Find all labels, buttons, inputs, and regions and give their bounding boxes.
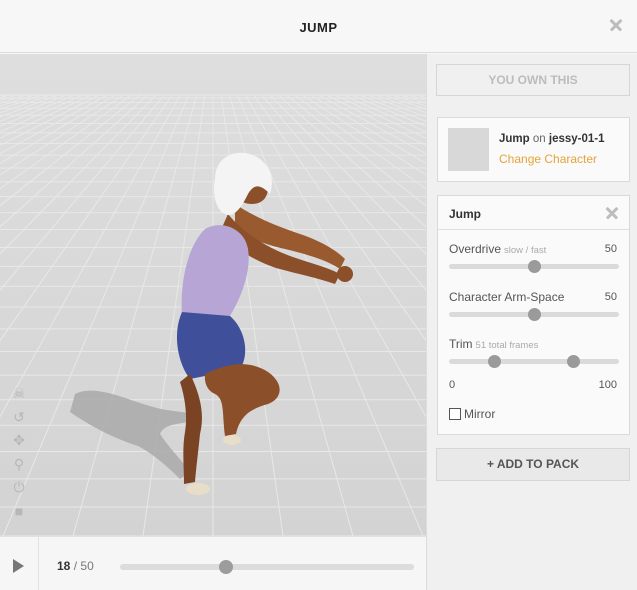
change-character-link[interactable]: Change Character <box>499 152 597 166</box>
rotate-icon[interactable]: ↺ <box>11 409 27 425</box>
overdrive-value: 50 <box>604 243 617 255</box>
timeline-track[interactable] <box>120 560 414 574</box>
overdrive-hint: slow / fast <box>504 245 547 256</box>
overdrive-knob[interactable] <box>527 260 541 273</box>
dialog-title: JUMP <box>299 20 338 35</box>
mirror-label: Mirror <box>464 407 496 421</box>
mirror-checkbox[interactable]: Mirror <box>449 407 495 421</box>
character-card: Jump on jessy-01-1 Change Character <box>437 117 630 182</box>
close-icon[interactable] <box>609 18 623 32</box>
timeline-scrubber[interactable] <box>218 560 233 574</box>
trim-start-knob[interactable] <box>488 355 502 368</box>
playback-bar: 18 / 50 <box>0 536 426 590</box>
overdrive-label: Overdrive slow / fast <box>449 242 546 256</box>
trim-hint: 51 total frames <box>475 340 539 351</box>
current-frame: 18 <box>57 559 71 573</box>
skull-icon[interactable]: ☠ <box>11 385 27 401</box>
overdrive-label-text: Overdrive <box>449 242 502 256</box>
close-icon[interactable] <box>606 207 618 219</box>
3d-viewport[interactable]: ☠ ↺ ✥ ⚲ ⏻ ■ <box>0 54 426 536</box>
trim-min-label: 0 <box>449 379 456 391</box>
animation-name: Jump <box>499 133 530 145</box>
dialog-header: JUMP <box>0 0 637 53</box>
connector-text: on <box>532 133 546 145</box>
arm-space-label: Character Arm-Space <box>449 290 565 304</box>
camera-icon[interactable]: ■ <box>11 503 27 519</box>
sidebar: YOU OWN THIS Jump on jessy-01-1 Change C… <box>426 54 637 590</box>
trim-end-knob[interactable] <box>566 355 580 368</box>
checkbox-icon[interactable] <box>449 408 461 420</box>
trim-label: Trim 51 total frames <box>449 337 538 351</box>
play-button[interactable] <box>0 537 39 590</box>
add-to-pack-button[interactable]: + ADD TO PACK <box>436 448 630 481</box>
arm-space-slider[interactable] <box>449 308 619 321</box>
overdrive-slider[interactable] <box>449 260 619 273</box>
frame-separator: / <box>73 559 78 573</box>
animation-panel-title: Jump <box>449 207 482 221</box>
character-info: Jump on jessy-01-1 <box>499 133 605 145</box>
trim-slider[interactable] <box>449 355 619 368</box>
you-own-this-button[interactable]: YOU OWN THIS <box>436 64 630 96</box>
animation-panel-header: Jump <box>438 196 629 230</box>
trim-max-label: 100 <box>598 379 617 391</box>
trim-label-text: Trim <box>449 337 473 351</box>
move-icon[interactable]: ✥ <box>11 432 27 448</box>
frame-readout: 18 / 50 <box>57 559 94 573</box>
scene-render <box>0 54 426 536</box>
character-name: jessy-01-1 <box>548 133 605 145</box>
power-icon[interactable]: ⏻ <box>11 479 27 495</box>
total-frames: 50 <box>80 559 94 573</box>
viewport-tools: ☠ ↺ ✥ ⚲ ⏻ ■ <box>11 385 27 526</box>
arm-space-value: 50 <box>604 291 617 303</box>
arm-space-knob[interactable] <box>527 308 541 321</box>
character-thumbnail <box>448 128 489 171</box>
zoom-icon[interactable]: ⚲ <box>11 456 27 472</box>
animation-panel: Jump Overdrive slow / fast 50 Character A… <box>437 195 630 435</box>
